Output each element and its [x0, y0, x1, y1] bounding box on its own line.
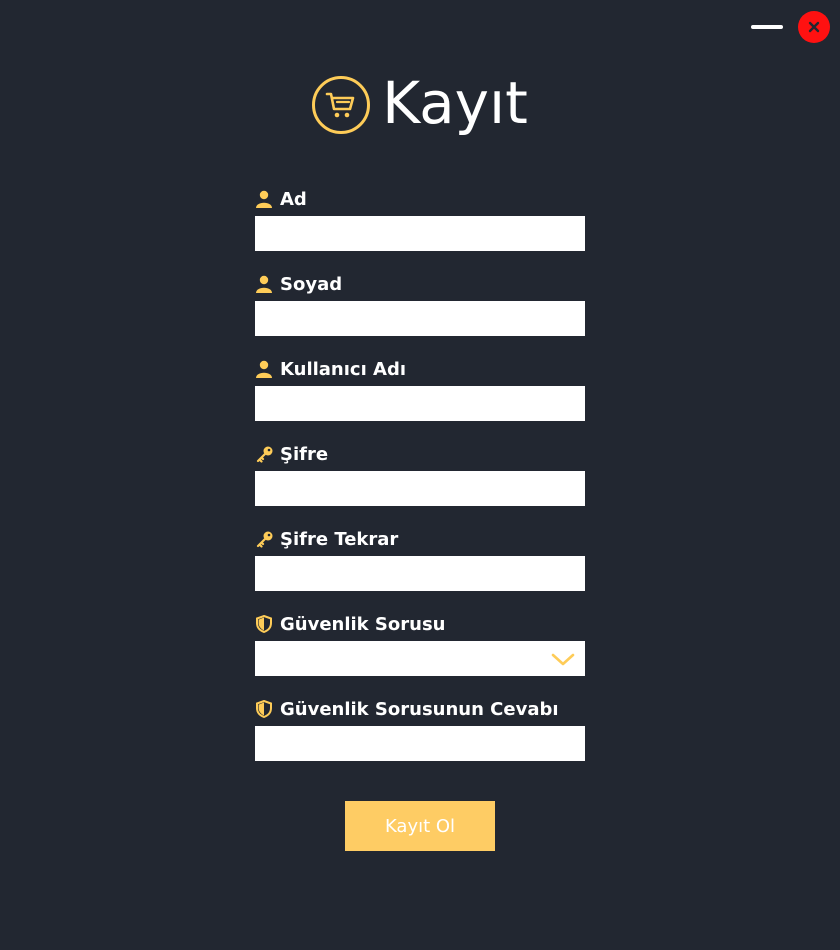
password-input[interactable] — [255, 471, 585, 506]
window-controls — [751, 11, 830, 43]
security-answer-label: Güvenlik Sorusunun Cevabı — [280, 698, 559, 720]
password-field-group: Şifre — [255, 441, 585, 526]
security-question-select[interactable] — [255, 641, 585, 676]
first-name-field-group: Ad — [255, 186, 585, 271]
security-question-label: Güvenlik Sorusu — [280, 613, 446, 635]
last-name-label: Soyad — [280, 273, 343, 295]
shopping-cart-icon — [325, 92, 355, 118]
chevron-down-icon — [551, 653, 575, 666]
minimize-button[interactable] — [751, 17, 783, 37]
password-repeat-input[interactable] — [255, 556, 585, 591]
user-icon — [255, 360, 273, 378]
first-name-input[interactable] — [255, 216, 585, 251]
page-title: Kayıt — [382, 69, 528, 137]
shield-icon — [255, 615, 273, 633]
security-question-field-group: Güvenlik Sorusu — [255, 611, 585, 696]
key-icon — [255, 530, 273, 548]
security-answer-input[interactable] — [255, 726, 585, 761]
password-label: Şifre — [280, 443, 329, 465]
first-name-label: Ad — [280, 188, 307, 210]
password-repeat-field-group: Şifre Tekrar — [255, 526, 585, 611]
key-icon — [255, 445, 273, 463]
shield-icon — [255, 700, 273, 718]
user-icon — [255, 190, 273, 208]
username-input[interactable] — [255, 386, 585, 421]
page-header: Kayıt — [0, 69, 840, 138]
close-icon — [808, 21, 820, 33]
user-icon — [255, 275, 273, 293]
register-button[interactable]: Kayıt Ol — [345, 801, 495, 851]
last-name-field-group: Soyad — [255, 271, 585, 356]
register-form: Ad Soyad Kullanıcı Adı Şifre Şifre Tekra… — [255, 186, 585, 781]
security-answer-field-group: Güvenlik Sorusunun Cevabı — [255, 696, 585, 781]
minimize-icon — [751, 25, 783, 29]
username-field-group: Kullanıcı Adı — [255, 356, 585, 441]
logo — [312, 76, 371, 134]
password-repeat-label: Şifre Tekrar — [280, 528, 399, 550]
last-name-input[interactable] — [255, 301, 585, 336]
username-label: Kullanıcı Adı — [280, 358, 407, 380]
close-button[interactable] — [798, 11, 830, 43]
